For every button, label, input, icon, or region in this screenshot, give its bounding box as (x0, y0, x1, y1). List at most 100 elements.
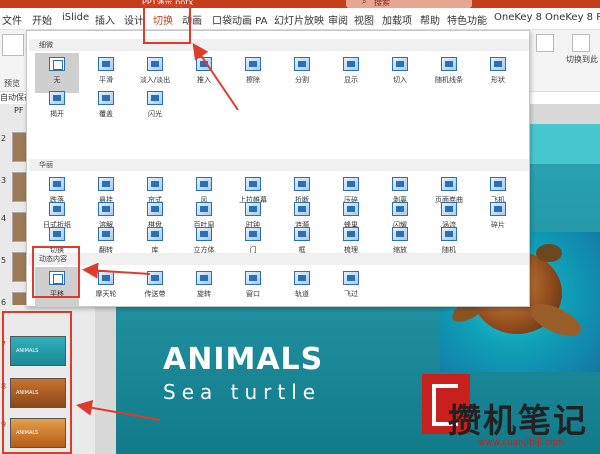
search-box[interactable]: ⌕ 搜索 (346, 0, 472, 8)
transition-option[interactable]: 传送带 (133, 267, 177, 307)
slide-number: 2 (1, 134, 7, 143)
slide-number: 4 (1, 214, 7, 223)
transition-option[interactable]: 旋转 (182, 267, 226, 307)
transition-effect-icon (147, 227, 163, 241)
transition-effect-icon (196, 177, 212, 191)
transition-option-label: 闪光 (148, 110, 162, 118)
transition-effect-icon (98, 177, 114, 191)
transition-effect-icon (98, 271, 114, 285)
transition-option[interactable]: 立方体 (182, 223, 226, 263)
transition-effect-icon (294, 202, 310, 216)
transition-option-label: 碎片 (491, 221, 505, 229)
highlight-transitions-tab (143, 4, 191, 44)
search-placeholder: 搜索 (374, 0, 390, 7)
transition-option[interactable]: 轨道 (280, 267, 324, 307)
transition-option[interactable]: 推入 (182, 53, 226, 93)
tab-review[interactable]: 审阅 (328, 12, 348, 27)
tab-design[interactable]: 设计 (124, 12, 144, 27)
tab-help[interactable]: 帮助 (420, 12, 440, 27)
preview-label: 预览 (4, 79, 20, 88)
transition-effect-icon (245, 57, 261, 71)
tab-onekey8plus[interactable]: OneKey 8 Plus (545, 12, 600, 23)
transition-option[interactable]: 随机 (427, 223, 471, 263)
transition-option-label: 分割 (295, 76, 309, 84)
transition-option[interactable]: 框 (280, 223, 324, 263)
transition-effect-icon (343, 57, 359, 71)
slide-number: 8 (1, 382, 7, 391)
transition-option[interactable]: 揭开 (35, 87, 79, 127)
transition-effect-icon (294, 177, 310, 191)
transition-option[interactable]: 显示 (329, 53, 373, 93)
transition-option[interactable]: 飞过 (329, 267, 373, 307)
tab-onekey8[interactable]: OneKey 8 (494, 12, 542, 23)
transition-option[interactable]: 擦除 (231, 53, 275, 93)
transition-option[interactable]: 闪光 (133, 87, 177, 127)
tab-featured[interactable]: 特色功能 (447, 12, 487, 27)
transition-effect-icon (343, 177, 359, 191)
slide-subtitle[interactable]: Sea turtle (163, 380, 321, 404)
slide-title[interactable]: ANIMALS (163, 342, 323, 377)
transition-effect-icon (294, 227, 310, 241)
transition-effect-icon (147, 202, 163, 216)
transition-effect-icon (245, 271, 261, 285)
tab-addins[interactable]: 加载项 (382, 12, 412, 27)
transition-option[interactable]: 覆盖 (84, 87, 128, 127)
transition-effect-icon (98, 57, 114, 71)
tab-view[interactable]: 视图 (354, 12, 374, 27)
transition-option[interactable]: 随机线条 (427, 53, 471, 93)
tab-pocket-animation[interactable]: 口袋动画 PA (212, 12, 267, 27)
thumbnail-title: ANIMALS (16, 348, 39, 354)
transition-option-label: 随机线条 (435, 76, 463, 84)
preview-button[interactable] (2, 34, 24, 56)
transition-option[interactable]: 摩天轮 (84, 267, 128, 307)
transition-option[interactable]: 分割 (280, 53, 324, 93)
transition-option[interactable]: 窗口 (231, 267, 275, 307)
transition-effect-icon (49, 91, 65, 105)
transition-effect-icon (343, 227, 359, 241)
tab-home[interactable]: 开始 (32, 12, 52, 27)
transition-option[interactable]: 缩放 (378, 223, 422, 263)
slide-thumbnail-9[interactable]: ANIMALS (10, 418, 66, 448)
transition-option-label: 摩天轮 (95, 290, 117, 298)
watermark-text: 攒机笔记 (448, 401, 588, 440)
tab-slideshow[interactable]: 幻灯片放映 (274, 12, 324, 27)
transition-option[interactable]: 梳理 (329, 223, 373, 263)
transition-option[interactable]: 翻转 (84, 223, 128, 263)
ribbon-tabs: 文件 开始 iSlide 插入 设计 切换 动画 口袋动画 PA 幻灯片放映 审… (0, 8, 600, 32)
slide-thumbnail-8[interactable]: ANIMALS (10, 378, 66, 408)
transition-effect-icon (98, 202, 114, 216)
transition-option-label: 翻转 (99, 246, 113, 254)
transition-option-label: 梳理 (344, 246, 358, 254)
transition-option-label: 轨道 (295, 290, 309, 298)
tab-insert[interactable]: 插入 (95, 12, 115, 27)
transition-option-label: 切入 (393, 76, 407, 84)
transition-option-label: 淡入/淡出 (139, 76, 171, 84)
transition-effect-icon (294, 57, 310, 71)
transition-option[interactable]: 碎片 (476, 198, 520, 238)
transition-option-label: 揭开 (50, 110, 64, 118)
tab-islide[interactable]: iSlide (62, 12, 89, 23)
transition-option[interactable]: 门 (231, 223, 275, 263)
thumbnail-title: ANIMALS (16, 430, 39, 436)
transition-effect-icon (392, 202, 408, 216)
transition-effect-icon (245, 227, 261, 241)
transition-option[interactable]: 形状 (476, 53, 520, 93)
search-icon: ⌕ (362, 0, 367, 6)
section-exciting: 华丽 (29, 159, 529, 171)
transition-option-label: 覆盖 (99, 110, 113, 118)
apply-to-this-button[interactable] (572, 34, 590, 52)
transition-gallery: 细微 华丽 动态内容 无平滑 淡入/淡出 推入 擦除 分割 显示 切入 随机线条 形状 揭开 覆盖闪… (26, 30, 530, 307)
transition-effect-icon (196, 202, 212, 216)
transition-effect-icon (49, 227, 65, 241)
transition-option[interactable]: 切入 (378, 53, 422, 93)
slide-thumbnail-7[interactable]: ANIMALS (10, 336, 66, 366)
apply-to-this-label: 切换到此 (566, 55, 598, 64)
ribbon-effect-button[interactable] (536, 34, 554, 52)
watermark: 攒机笔记 www.cuanjibiji.com (418, 372, 600, 454)
transition-effect-icon (343, 202, 359, 216)
transition-option[interactable]: 库 (133, 223, 177, 263)
section-subtle: 细微 (29, 39, 529, 51)
transition-effect-icon (196, 271, 212, 285)
tab-file[interactable]: 文件 (2, 12, 22, 27)
transition-effect-icon (147, 91, 163, 105)
